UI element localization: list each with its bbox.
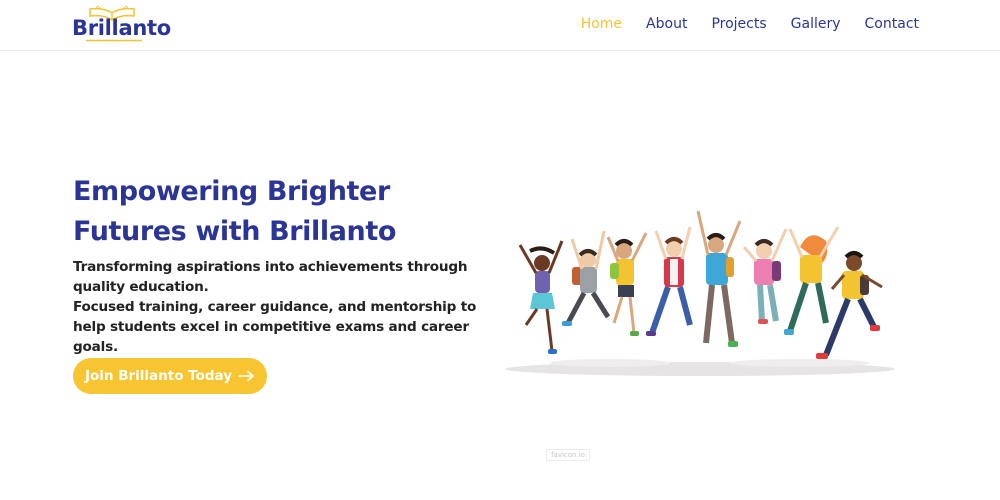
main-nav: Home About Projects Gallery Contact [581, 15, 919, 33]
arrow-right-icon [238, 370, 254, 382]
cta-label: Join Brillanto Today [84, 368, 233, 384]
hero-description-line: Transforming aspirations into achievemen… [73, 259, 468, 295]
nav-projects[interactable]: Projects [711, 15, 766, 33]
hero-title: Empowering Brighter Futures with Brillan… [73, 176, 397, 247]
hero-description-line: Focused training, career guidance, and m… [73, 299, 477, 355]
jumping-students-illustration [500, 205, 900, 390]
site-header: Brillanto Home About Projects Gallery Co… [0, 0, 1000, 51]
nav-contact[interactable]: Contact [865, 15, 919, 33]
join-brillanto-button[interactable]: Join Brillanto Today [73, 358, 267, 394]
brand-name: Brillanto [72, 16, 171, 40]
nav-home[interactable]: Home [581, 15, 622, 33]
nav-gallery[interactable]: Gallery [791, 15, 841, 33]
nav-about[interactable]: About [646, 15, 687, 33]
brillanto-logo[interactable]: Brillanto [72, 6, 171, 44]
logo-underline-icon [86, 39, 142, 42]
favicon-watermark: favicon.io [546, 449, 590, 461]
hero-description: Transforming aspirations into achievemen… [73, 257, 498, 357]
